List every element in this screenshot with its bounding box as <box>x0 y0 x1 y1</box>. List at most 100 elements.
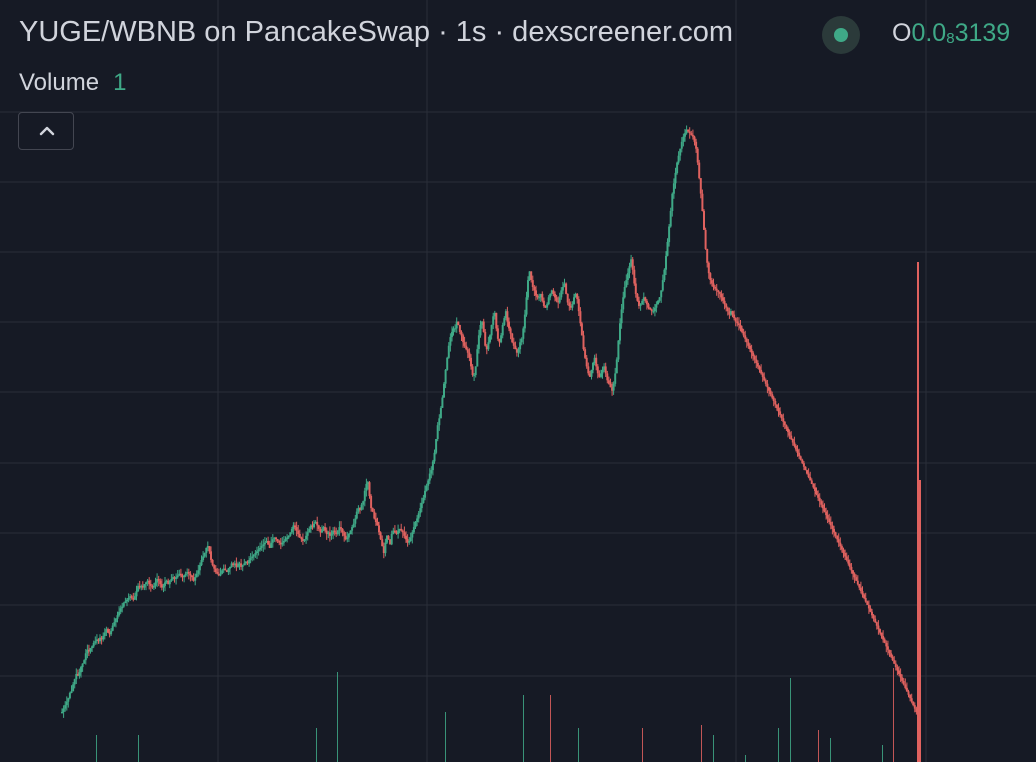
candle-body <box>305 535 308 540</box>
candle-body <box>203 553 206 557</box>
candle-body <box>706 249 709 263</box>
candle-body <box>758 366 761 370</box>
candle-body <box>833 528 835 533</box>
candle-body <box>883 639 886 643</box>
candle-body <box>384 542 387 554</box>
candle-body <box>290 528 293 533</box>
candle-body <box>606 373 609 381</box>
candle-body <box>330 534 333 536</box>
candle-body <box>582 335 585 350</box>
candle-body <box>677 155 680 163</box>
candle-body <box>221 570 224 574</box>
candle-body <box>836 535 839 540</box>
candle-body <box>276 539 279 541</box>
status-dot-icon <box>834 28 848 42</box>
candle-body <box>847 560 850 564</box>
candle-body <box>162 585 165 588</box>
status-indicator[interactable] <box>822 16 860 54</box>
candle-body <box>501 325 504 336</box>
candle-body <box>763 376 766 381</box>
candle-body <box>306 532 309 536</box>
candle-body <box>552 290 555 294</box>
candle-body <box>760 369 763 374</box>
candle-body <box>229 566 231 569</box>
candle-body <box>867 604 870 609</box>
price-chart[interactable] <box>0 0 1036 762</box>
candle-body <box>579 311 582 324</box>
candle-body <box>416 518 419 522</box>
candle-body <box>707 262 710 274</box>
candle-body <box>482 321 485 332</box>
candle-body <box>89 648 92 652</box>
candle-body <box>197 570 200 574</box>
candle-body <box>812 483 815 488</box>
candle-body <box>512 342 515 346</box>
candle-body <box>649 307 652 310</box>
candle-body <box>495 312 498 329</box>
candle-body <box>477 335 480 350</box>
candle-body <box>768 387 770 391</box>
collapse-legend-button[interactable] <box>18 112 74 150</box>
candle-body <box>601 369 604 374</box>
candle-body <box>298 534 301 538</box>
candle-body <box>83 660 86 664</box>
candle-body <box>237 565 239 567</box>
candle-body <box>511 333 514 343</box>
candle-body <box>430 470 433 474</box>
candle-body <box>409 537 412 541</box>
candle-body <box>471 366 474 375</box>
candle-body <box>885 642 888 647</box>
candle-body <box>135 591 138 597</box>
candle-body <box>111 625 114 631</box>
candle-body <box>733 314 736 319</box>
candle-body <box>802 463 805 467</box>
candle-body <box>73 679 76 685</box>
candle-body <box>825 511 828 516</box>
candle-body <box>487 342 490 350</box>
candle-body <box>68 693 71 699</box>
candle-body <box>696 148 699 163</box>
candle-body <box>436 425 439 439</box>
candle-body <box>633 269 636 284</box>
candle-body <box>92 642 95 647</box>
candle-body <box>774 401 777 405</box>
candle-body <box>796 449 799 453</box>
candle-body <box>191 575 193 578</box>
candle-body <box>890 653 893 657</box>
candle-body <box>839 542 842 547</box>
candle-body <box>509 328 512 334</box>
candle-body <box>195 573 198 578</box>
candle-body <box>814 487 816 491</box>
candle-body <box>420 502 423 509</box>
candle-body <box>523 314 526 329</box>
volume-bar <box>523 695 524 762</box>
candle-body <box>484 331 487 346</box>
candle-body <box>749 345 751 350</box>
candle-body <box>313 523 315 528</box>
candle-body <box>826 515 829 519</box>
candle-body <box>810 480 813 484</box>
candle-body <box>898 670 900 674</box>
candle-body <box>508 321 510 329</box>
candle-body <box>489 335 491 343</box>
volume-value: 1 <box>113 69 127 96</box>
candle-body <box>376 521 379 526</box>
candle-body <box>72 684 75 692</box>
candle-body <box>691 134 694 137</box>
candle-body <box>756 363 759 367</box>
candle-body <box>844 553 847 557</box>
candle-body <box>893 660 896 664</box>
candle-body <box>67 698 70 702</box>
candle-body <box>901 677 904 681</box>
candle-body <box>216 572 219 574</box>
candle-body <box>779 411 782 415</box>
candle-body <box>168 580 171 585</box>
candle-body <box>698 162 701 179</box>
candle-body <box>845 556 848 560</box>
candle-body <box>401 530 404 533</box>
candle-body <box>259 547 262 550</box>
candle-body <box>690 133 693 135</box>
candle-body <box>647 304 650 308</box>
candle-body <box>674 172 677 184</box>
candle-body <box>347 534 350 538</box>
